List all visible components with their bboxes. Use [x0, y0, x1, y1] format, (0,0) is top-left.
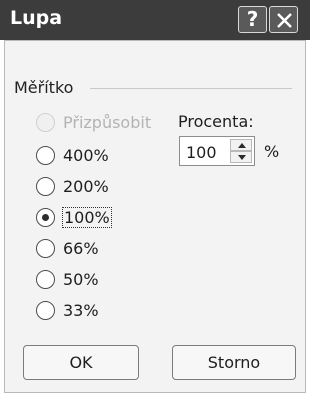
ok-button[interactable]: OK — [23, 345, 139, 380]
radio-label: 66% — [63, 239, 99, 258]
radio-circle — [36, 239, 55, 258]
radio-circle — [36, 177, 55, 196]
help-icon: ? — [246, 7, 259, 31]
radio-circle — [36, 208, 55, 227]
cancel-button[interactable]: Storno — [172, 345, 296, 380]
radio-circle — [36, 301, 55, 320]
radio-66[interactable]: 66% — [36, 238, 156, 262]
radio-100[interactable]: 100% — [36, 207, 156, 231]
scale-group-divider — [90, 88, 292, 89]
spin-up-button[interactable] — [230, 139, 252, 151]
close-icon — [277, 13, 292, 28]
percent-label: Procenta: — [178, 112, 254, 131]
spin-down-button[interactable] — [230, 151, 252, 163]
radio-circle — [36, 146, 55, 165]
percent-unit: % — [264, 142, 280, 161]
radio-50[interactable]: 50% — [36, 269, 156, 293]
percent-spinbox[interactable] — [179, 136, 255, 166]
radio-fit: Přizpůsobit — [36, 112, 156, 136]
radio-label: 400% — [63, 146, 109, 165]
radio-selected-dot — [42, 214, 49, 221]
radio-label: 200% — [63, 177, 109, 196]
magnify-dialog: Lupa ? Měřítko Přizpůsobit 400% 200% 100… — [0, 0, 310, 397]
radio-33[interactable]: 33% — [36, 300, 156, 324]
radio-label: 100% — [62, 207, 112, 228]
spin-buttons — [230, 139, 252, 163]
radio-circle — [36, 270, 55, 289]
close-button[interactable] — [269, 6, 298, 33]
percent-input[interactable] — [186, 142, 226, 162]
scale-group-legend: Měřítko — [14, 78, 74, 97]
dialog-title: Lupa — [10, 7, 63, 29]
radio-circle — [36, 113, 55, 132]
radio-label: 33% — [63, 301, 99, 320]
radio-label: Přizpůsobit — [63, 113, 152, 132]
radio-label: 50% — [63, 270, 99, 289]
radio-200[interactable]: 200% — [36, 176, 156, 200]
title-bar: Lupa ? — [0, 0, 310, 40]
radio-400[interactable]: 400% — [36, 145, 156, 169]
help-button[interactable]: ? — [238, 6, 267, 33]
